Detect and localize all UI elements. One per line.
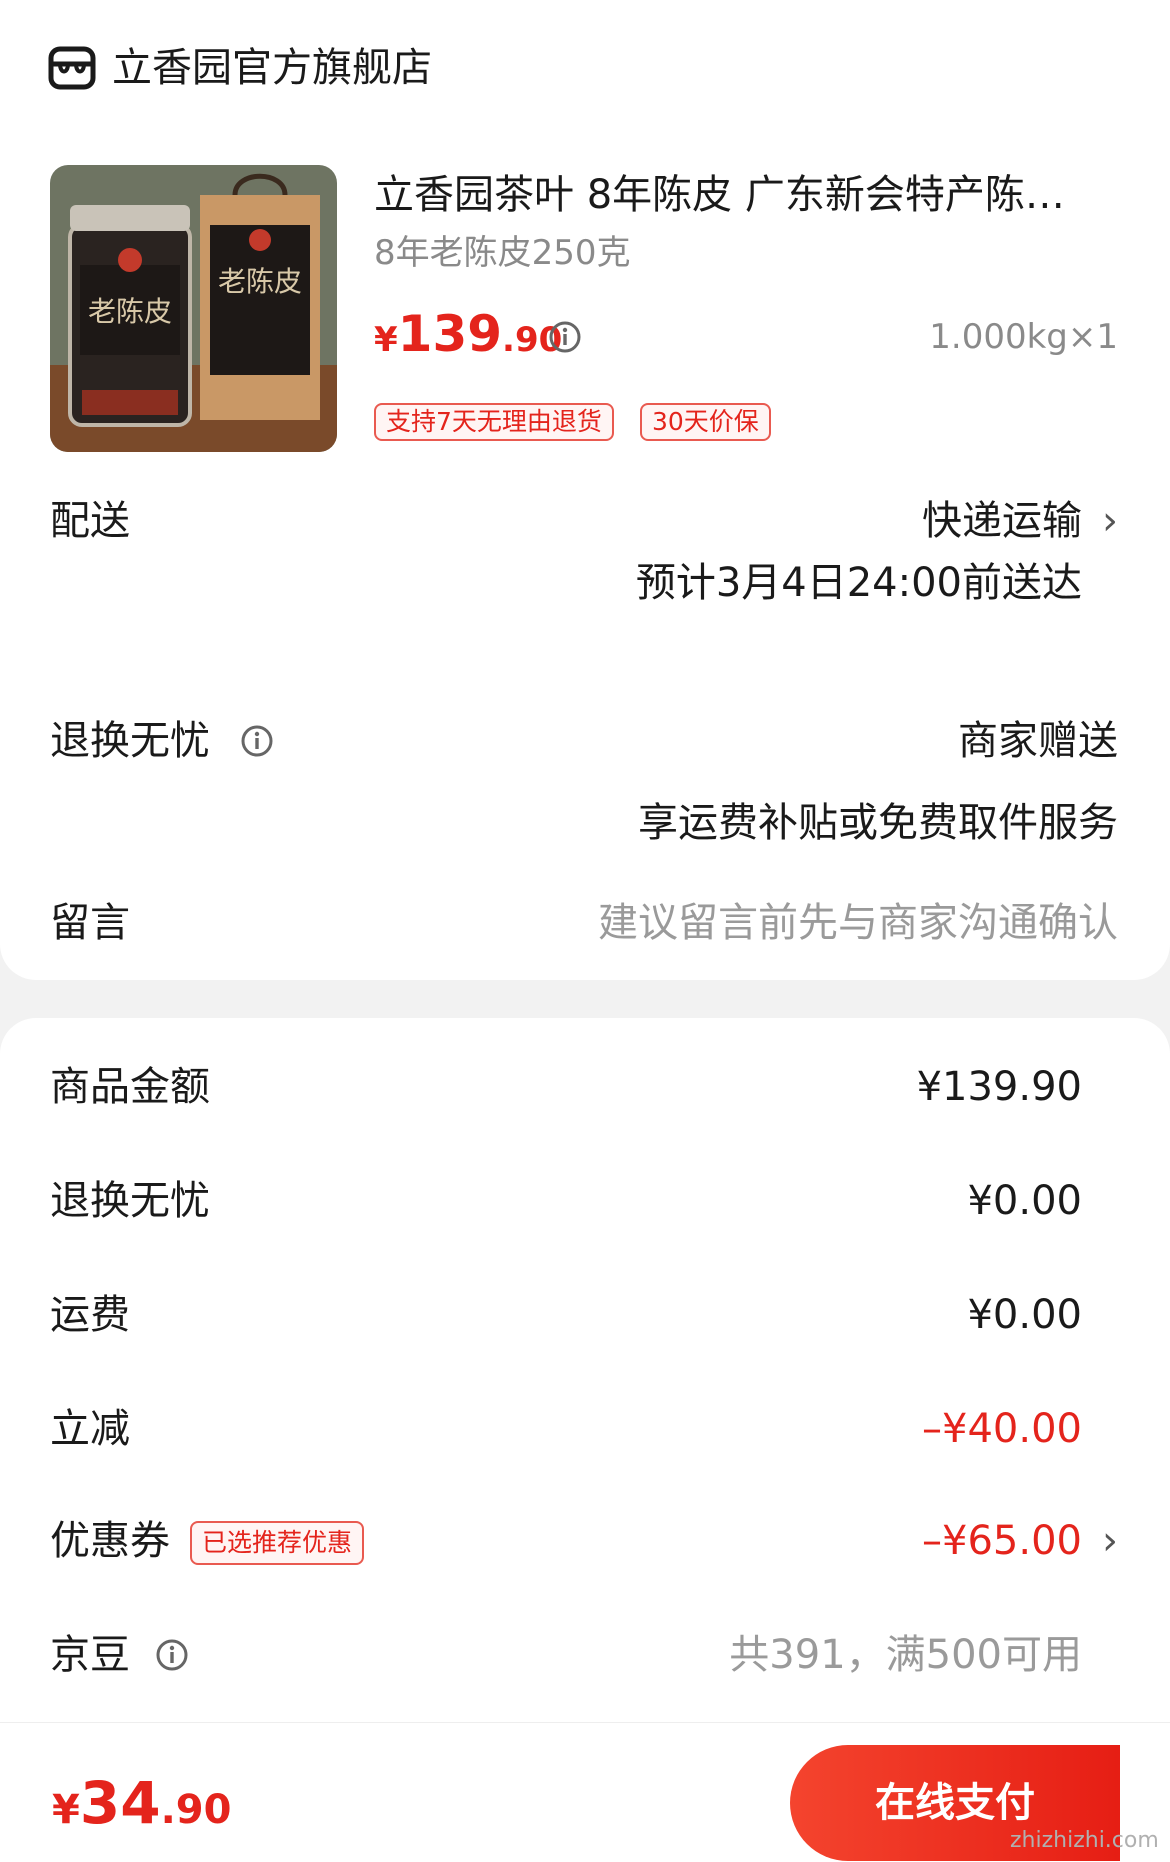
returns-value[interactable]: 商家赠送	[958, 714, 1118, 768]
coupon-label: 优惠券	[50, 1518, 170, 1564]
product-spec[interactable]: 8年老陈皮250克	[374, 230, 631, 276]
product-title[interactable]: 立香园茶叶 8年陈皮 广东新会特产陈…	[374, 168, 1065, 222]
delivery-estimate: 预计3月4日24:00前送达	[635, 560, 1082, 606]
price-protect-tag: 30天价保	[640, 403, 771, 441]
goods-amount-label: 商品金额	[50, 1064, 210, 1110]
returns-fee-value: ¥0.00	[967, 1178, 1082, 1224]
product-price: ¥139.90	[374, 304, 562, 376]
coupon-value[interactable]: –¥65.00	[922, 1514, 1082, 1568]
instant-discount-label: 立减	[50, 1406, 130, 1452]
jingdou-info-icon[interactable]	[155, 1638, 189, 1672]
price-info-icon[interactable]	[548, 320, 582, 354]
total-price: ¥34.90	[52, 1768, 231, 1853]
returns-fee-label: 退换无忧	[50, 1178, 210, 1224]
total-integer: 34	[79, 1769, 161, 1837]
goods-amount-value: ¥139.90	[916, 1064, 1082, 1110]
total-currency: ¥	[52, 1787, 80, 1833]
product-image-label-2: 老陈皮	[218, 265, 303, 298]
price-integer: 139	[397, 305, 503, 363]
returns-desc: 享运费补贴或免费取件服务	[638, 800, 1118, 846]
return-policy-tag: 支持7天无理由退货	[374, 403, 614, 441]
delivery-label: 配送	[50, 498, 130, 544]
returns-label: 退换无忧	[50, 718, 210, 764]
jingdou-label: 京豆	[50, 1632, 130, 1678]
delivery-chevron-right-icon[interactable]: ›	[1102, 494, 1118, 548]
jingdou-value[interactable]: 共391，满500可用	[729, 1628, 1082, 1682]
coupon-selected-tag[interactable]: 已选推荐优惠	[190, 1521, 365, 1565]
returns-info-icon[interactable]	[240, 724, 274, 758]
shipping-fee-label: 运费	[50, 1292, 130, 1338]
shipping-fee-value: ¥0.00	[967, 1292, 1082, 1338]
message-input[interactable]: 建议留言前先与商家沟通确认	[598, 896, 1118, 950]
watermark: zhizhizhi.com	[1010, 1828, 1159, 1853]
product-quantity: 1.000kg×1	[929, 317, 1118, 357]
product-image[interactable]: 老陈皮 老陈皮	[50, 165, 337, 452]
instant-discount-value: –¥40.00	[922, 1406, 1082, 1452]
message-label: 留言	[50, 900, 130, 946]
coupon-chevron-right-icon[interactable]: ›	[1102, 1514, 1118, 1568]
price-currency: ¥	[374, 320, 398, 360]
store-icon	[48, 46, 96, 90]
total-decimal: .90	[160, 1787, 232, 1833]
store-name[interactable]: 立香园官方旗舰店	[112, 42, 432, 94]
delivery-method[interactable]: 快递运输	[922, 494, 1082, 548]
product-image-label: 老陈皮	[88, 295, 173, 328]
